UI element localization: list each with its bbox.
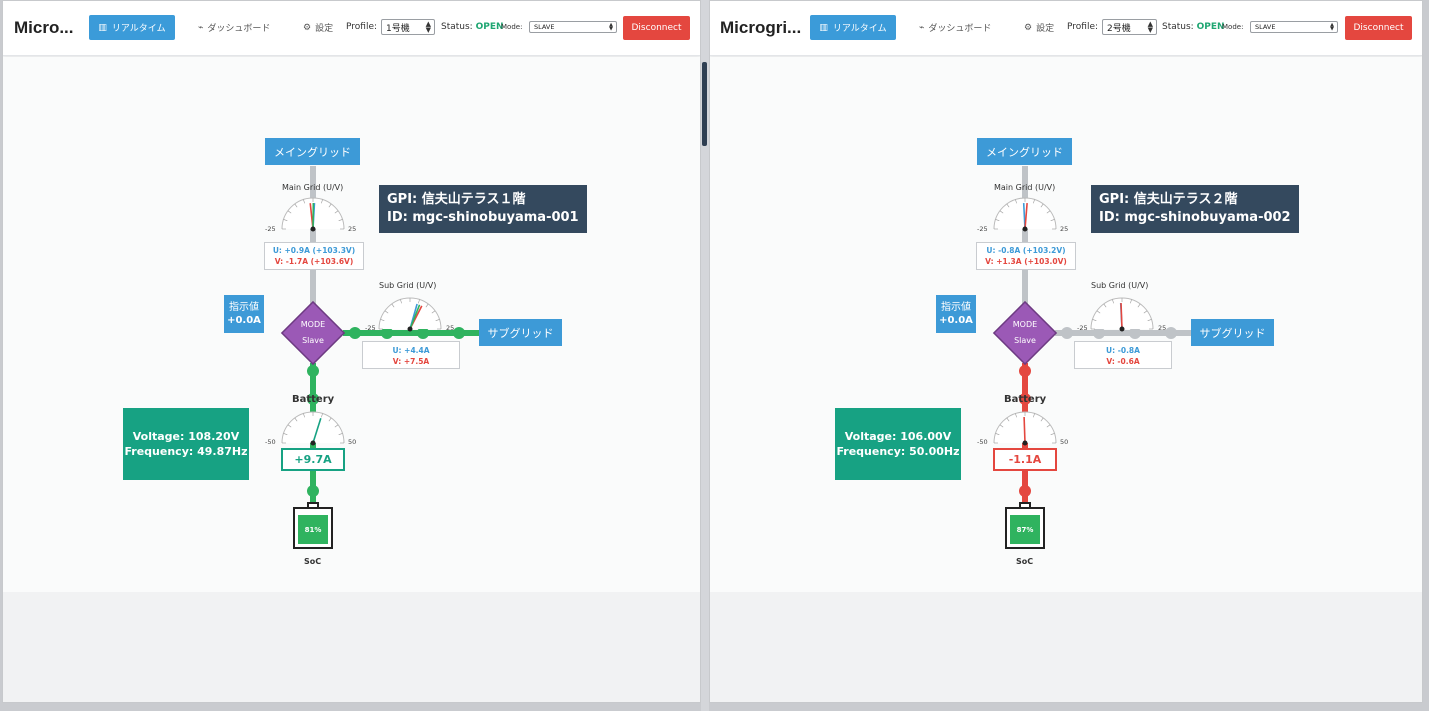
soc-label: SoC xyxy=(1016,557,1034,566)
indicator-value: +0.0A xyxy=(227,315,261,326)
battery-cap xyxy=(1019,502,1031,507)
power-flow-diagram: メイングリッド Main Grid (U/V) -25 25 U: +0.9A (+10… xyxy=(3,1,700,702)
sub-grid-tag: サブグリッド xyxy=(1191,319,1274,346)
battery-cap xyxy=(307,502,319,507)
grid-status-box: Voltage: 106.00V Frequency: 50.00Hz xyxy=(835,408,961,480)
sub-grid-gauge-title: Sub Grid (U/V) xyxy=(1091,281,1149,290)
sub-grid-scale-min: -25 xyxy=(1077,324,1088,332)
gpi-id: ID: mgc-shinobuyama-001 xyxy=(387,210,579,225)
main-grid-readout: U: -0.8A (+103.2V) V: +1.3A (+103.0V) xyxy=(976,242,1076,270)
mode-diamond xyxy=(992,300,1058,366)
sub-grid-tag: サブグリッド xyxy=(479,319,562,346)
microgrid-pane-2: Microgri... ▥ リアルタイム ⌁ ダッシュボード ⚙ 設定 Prof… xyxy=(709,0,1423,703)
sub-grid-scale-max: 25 xyxy=(446,324,455,332)
sub-grid-u-value: U: +4.4A xyxy=(392,346,430,355)
undefined-needle xyxy=(1120,302,1123,330)
sub-grid-scale-max: 25 xyxy=(1158,324,1167,332)
undefined-pivot xyxy=(1022,440,1028,446)
gpi-name: GPI: 信夫山テラス２階 xyxy=(1099,192,1238,207)
sub-grid-scale-min: -25 xyxy=(365,324,376,332)
battery-icon: 87% xyxy=(1005,502,1045,549)
gpi-info-box: GPI: 信夫山テラス２階 ID: mgc-shinobuyama-002 xyxy=(1091,185,1299,233)
indicator-label: 指示値 xyxy=(229,302,259,313)
soc-fill: 87% xyxy=(1010,515,1040,544)
mode-diamond-value: Slave xyxy=(1014,336,1036,345)
frequency-value: Frequency: 49.87Hz xyxy=(124,445,248,458)
voltage-value: Voltage: 108.20V xyxy=(132,430,240,443)
sub-flow-dot xyxy=(1061,327,1073,339)
undefined-dial xyxy=(378,297,442,330)
indicator-box: 指示値 +0.0A xyxy=(936,295,976,333)
undefined-pivot xyxy=(407,326,413,332)
battery-flow-dot xyxy=(1019,365,1031,377)
battery-scale-min: -50 xyxy=(265,438,276,446)
gpi-name: GPI: 信夫山テラス１階 xyxy=(387,192,526,207)
main-grid-u-value: U: -0.8A (+103.2V) xyxy=(986,246,1066,255)
divider-scroll-handle[interactable] xyxy=(702,62,707,146)
main-grid-v-value: V: +1.3A (+103.0V) xyxy=(985,257,1067,266)
mode-diamond xyxy=(280,300,346,366)
battery-flow-dot xyxy=(307,365,319,377)
soc-fill: 81% xyxy=(298,515,328,544)
sub-flow-dot xyxy=(453,327,465,339)
main-grid-readout: U: +0.9A (+103.3V) V: -1.7A (+103.6V) xyxy=(264,242,364,270)
main-grid-v-value: V: -1.7A (+103.6V) xyxy=(274,257,354,266)
sub-flow-dot xyxy=(349,327,361,339)
battery-title: Battery xyxy=(1004,394,1047,405)
microgrid-pane-1: Micro... ▥ リアルタイム ⌁ ダッシュボード ⚙ 設定 Profile… xyxy=(2,0,701,703)
indicator-box: 指示値 +0.0A xyxy=(224,295,264,333)
gpi-info-box: GPI: 信夫山テラス１階 ID: mgc-shinobuyama-001 xyxy=(379,185,587,233)
flow-lines xyxy=(992,166,1193,506)
indicator-label: 指示値 xyxy=(941,302,971,313)
mode-diamond-title: MODE xyxy=(1012,320,1038,329)
sub-grid-readout: U: -0.8A V: -0.6A xyxy=(1074,341,1172,369)
flow-lines xyxy=(280,166,481,506)
voltage-value: Voltage: 106.00V xyxy=(844,430,952,443)
frequency-value: Frequency: 50.00Hz xyxy=(836,445,960,458)
undefined-needle xyxy=(1023,416,1026,444)
power-flow-diagram: メイングリッド Main Grid (U/V) -25 25 U: -0.8A (+10… xyxy=(710,1,1410,702)
undefined-pivot xyxy=(1119,326,1125,332)
battery-icon: 81% xyxy=(293,502,333,549)
main-grid-scale-min: -25 xyxy=(265,225,276,233)
indicator-value: +0.0A xyxy=(939,315,973,326)
main-grid-gauge-title: Main Grid (U/V) xyxy=(994,183,1056,192)
battery-current-box: -1.1A xyxy=(993,448,1057,471)
undefined-pivot xyxy=(310,440,316,446)
main-grid-u-value: U: +0.9A (+103.3V) xyxy=(272,246,356,255)
grid-status-box: Voltage: 108.20V Frequency: 49.87Hz xyxy=(123,408,249,480)
battery-title: Battery xyxy=(292,394,335,405)
main-grid-gauge-title: Main Grid (U/V) xyxy=(282,183,344,192)
main-grid-scale-max: 25 xyxy=(1060,225,1069,233)
main-grid-tag: メイングリッド xyxy=(265,138,360,165)
battery-scale-max: 50 xyxy=(348,438,357,446)
sub-grid-v-value: V: +7.5A xyxy=(392,357,430,366)
sub-grid-readout: U: +4.4A V: +7.5A xyxy=(362,341,460,369)
main-grid-tag: メイングリッド xyxy=(977,138,1072,165)
main-grid-scale-max: 25 xyxy=(348,225,357,233)
battery-flow-dot xyxy=(1019,485,1031,497)
sub-grid-gauge-title: Sub Grid (U/V) xyxy=(379,281,437,290)
main-grid-scale-min: -25 xyxy=(977,225,988,233)
battery-scale-max: 50 xyxy=(1060,438,1069,446)
mode-diamond-title: MODE xyxy=(300,320,326,329)
gpi-id: ID: mgc-shinobuyama-002 xyxy=(1099,210,1291,225)
sub-grid-v-value: V: -0.6A xyxy=(1106,357,1140,366)
sub-flow-dot xyxy=(1165,327,1177,339)
battery-current-box: +9.7A xyxy=(281,448,345,471)
battery-flow-dot xyxy=(307,485,319,497)
undefined-dial xyxy=(281,411,345,444)
undefined-pivot xyxy=(310,226,316,232)
undefined-pivot xyxy=(1022,226,1028,232)
sub-grid-u-value: U: -0.8A xyxy=(1106,346,1140,355)
mode-diamond-value: Slave xyxy=(302,336,324,345)
battery-scale-min: -50 xyxy=(977,438,988,446)
soc-label: SoC xyxy=(304,557,322,566)
